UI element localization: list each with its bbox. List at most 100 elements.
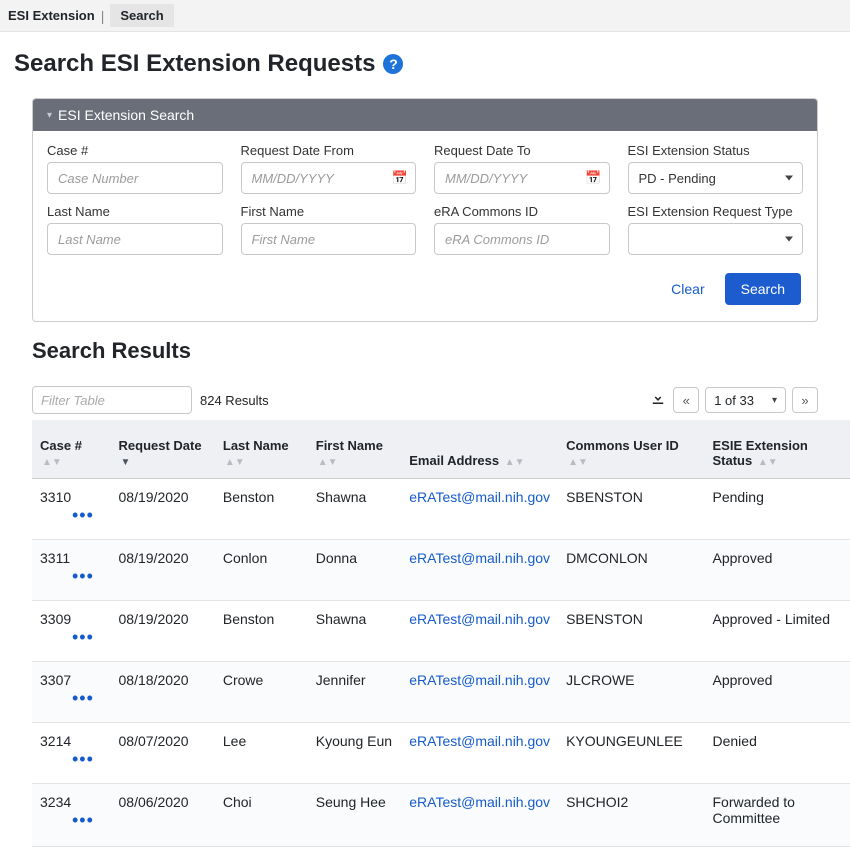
- tab-search[interactable]: Search: [110, 4, 173, 27]
- separator: |: [101, 8, 105, 24]
- status-select[interactable]: PD - Pending: [628, 162, 804, 194]
- chevron-down-icon: ▾: [47, 110, 52, 121]
- page-select[interactable]: 1 of 33 ▾: [705, 387, 786, 413]
- row-actions-icon[interactable]: •••: [72, 633, 103, 641]
- request-date: 08/19/2020: [111, 540, 215, 601]
- commons-id: SHCHOI2: [558, 784, 704, 847]
- row-actions-icon[interactable]: •••: [72, 755, 103, 763]
- calendar-icon[interactable]: 📅: [392, 170, 408, 186]
- status: Approved: [704, 540, 850, 601]
- col-first-name[interactable]: First Name ▲▼: [308, 420, 402, 479]
- results-table: Case # ▲▼ Request Date ▼ Last Name ▲▼ Fi…: [32, 420, 850, 847]
- commons-id-input[interactable]: [434, 223, 610, 255]
- sort-icon: ▲▼: [758, 457, 778, 468]
- last-name: Benston: [215, 601, 308, 662]
- commons-id: JLCROWE: [558, 662, 704, 723]
- request-type-select[interactable]: [628, 223, 804, 255]
- email-link[interactable]: eRATest@mail.nih.gov: [409, 611, 550, 627]
- status-label: ESI Extension Status: [628, 143, 804, 158]
- col-last-name[interactable]: Last Name ▲▼: [215, 420, 308, 479]
- case-number: 3307: [40, 672, 71, 688]
- last-name: Benston: [215, 479, 308, 540]
- first-name: Donna: [308, 540, 402, 601]
- email-link[interactable]: eRATest@mail.nih.gov: [409, 794, 550, 810]
- date-to-input[interactable]: [434, 162, 610, 194]
- col-email[interactable]: Email Address ▲▼: [401, 420, 558, 479]
- case-label: Case #: [47, 143, 223, 158]
- last-name: Conlon: [215, 540, 308, 601]
- last-name: Crowe: [215, 662, 308, 723]
- commons-id: KYOUNGEUNLEE: [558, 723, 704, 784]
- table-row: 3234••• 08/06/2020ChoiSeung Hee eRATest@ma…: [32, 784, 850, 847]
- table-row: 3309••• 08/19/2020BenstonShawna eRATest@ma…: [32, 601, 850, 662]
- col-request-date[interactable]: Request Date ▼: [111, 420, 215, 479]
- table-row: 3311••• 08/19/2020ConlonDonna eRATest@mail…: [32, 540, 850, 601]
- table-row: 3310••• 08/19/2020BenstonShawna eRATest@ma…: [32, 479, 850, 540]
- case-input[interactable]: [47, 162, 223, 194]
- sort-icon: ▲▼: [568, 457, 588, 468]
- commons-id: SBENSTON: [558, 601, 704, 662]
- first-name: Shawna: [308, 479, 402, 540]
- sort-desc-icon: ▼: [121, 457, 131, 468]
- status: Approved - Limited: [704, 601, 850, 662]
- table-row: 3307•••08/18/2020CroweJennifereRATest@ma…: [32, 662, 850, 723]
- status: Forwarded to Committee: [704, 784, 850, 847]
- sort-icon: ▲▼: [225, 457, 245, 468]
- commons-id: DMCONLON: [558, 540, 704, 601]
- filter-table-input[interactable]: [32, 386, 192, 414]
- email-link[interactable]: eRATest@mail.nih.gov: [409, 489, 550, 505]
- email-link[interactable]: eRATest@mail.nih.gov: [409, 733, 550, 749]
- results-count: 824 Results: [200, 393, 269, 408]
- row-actions-icon[interactable]: •••: [72, 572, 103, 580]
- first-name: Seung Hee: [308, 784, 402, 847]
- col-case[interactable]: Case # ▲▼: [32, 420, 111, 479]
- case-number: 3234: [40, 794, 71, 810]
- row-actions-icon[interactable]: •••: [72, 511, 103, 519]
- clear-button[interactable]: Clear: [659, 273, 716, 305]
- page-prev-button[interactable]: «: [673, 387, 699, 413]
- last-name-input[interactable]: [47, 223, 223, 255]
- case-number: 3310: [40, 489, 71, 505]
- first-name: Kyoung Eun: [308, 723, 402, 784]
- search-button[interactable]: Search: [725, 273, 801, 305]
- request-date: 08/19/2020: [111, 601, 215, 662]
- email-link[interactable]: eRATest@mail.nih.gov: [409, 672, 550, 688]
- sort-icon: ▲▼: [318, 457, 338, 468]
- first-name: Jennifer: [308, 662, 402, 723]
- row-actions-icon[interactable]: •••: [72, 816, 103, 824]
- commons-id-label: eRA Commons ID: [434, 204, 610, 219]
- case-number: 3309: [40, 611, 71, 627]
- last-name: Choi: [215, 784, 308, 847]
- panel-header-label: ESI Extension Search: [58, 107, 194, 123]
- commons-id: SBENSTON: [558, 479, 704, 540]
- last-name-label: Last Name: [47, 204, 223, 219]
- page-title: Search ESI Extension Requests: [14, 50, 375, 78]
- calendar-icon[interactable]: 📅: [585, 170, 601, 186]
- request-date: 08/07/2020: [111, 723, 215, 784]
- page-select-label: 1 of 33: [714, 393, 754, 408]
- table-row: 3214••• 08/07/2020LeeKyoung Eun eRATest@ma…: [32, 723, 850, 784]
- request-date: 08/06/2020: [111, 784, 215, 847]
- page-next-button[interactable]: »: [792, 387, 818, 413]
- case-number: 3214: [40, 733, 71, 749]
- first-name: Shawna: [308, 601, 402, 662]
- first-name-label: First Name: [241, 204, 417, 219]
- email-link[interactable]: eRATest@mail.nih.gov: [409, 550, 550, 566]
- search-panel: ▾ ESI Extension Search Case # Request Da…: [32, 98, 818, 322]
- download-icon[interactable]: [649, 389, 667, 412]
- first-name-input[interactable]: [241, 223, 417, 255]
- date-from-label: Request Date From: [241, 143, 417, 158]
- request-type-label: ESI Extension Request Type: [628, 204, 804, 219]
- col-commons-id[interactable]: Commons User ID ▲▼: [558, 420, 704, 479]
- row-actions-icon[interactable]: •••: [72, 694, 103, 702]
- help-icon[interactable]: ?: [383, 54, 403, 74]
- panel-header[interactable]: ▾ ESI Extension Search: [33, 99, 817, 131]
- request-date: 08/19/2020: [111, 479, 215, 540]
- app-label: ESI Extension: [8, 8, 95, 23]
- sort-icon: ▲▼: [505, 457, 525, 468]
- last-name: Lee: [215, 723, 308, 784]
- status: Approved: [704, 662, 850, 723]
- case-number: 3311: [40, 550, 70, 566]
- col-status[interactable]: ESIE Extension Status ▲▼: [704, 420, 850, 479]
- date-from-input[interactable]: [241, 162, 417, 194]
